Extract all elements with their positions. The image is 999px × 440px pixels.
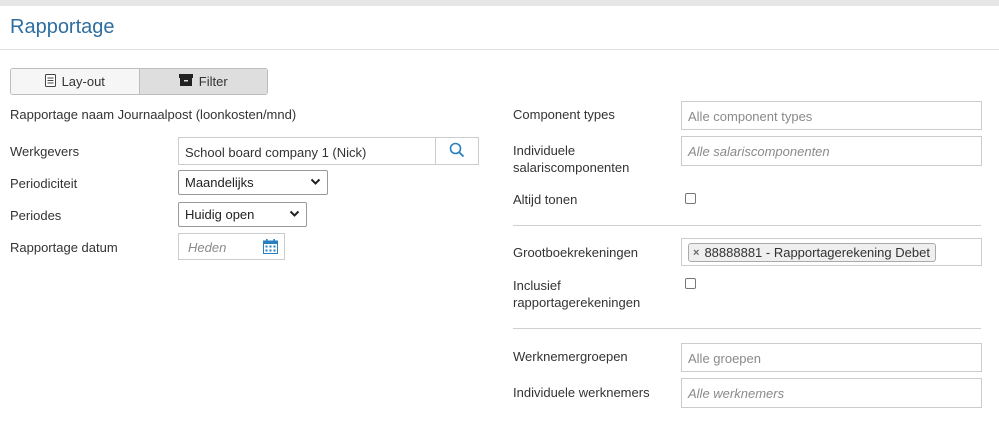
individuele-werknemers-label: Individuele werknemers <box>513 385 650 400</box>
werknemergroepen-field[interactable]: Alle groepen <box>681 343 982 372</box>
archive-box-icon <box>178 74 193 89</box>
werkgevers-value: School board company 1 (Nick) <box>185 145 367 160</box>
inclusief-label-2: rapportagerekeningen <box>513 295 641 310</box>
inclusief-checkbox[interactable] <box>685 278 696 289</box>
selected-tag-label: 88888881 - Rapportagerekening Debet <box>704 245 930 260</box>
werkgevers-field[interactable]: School board company 1 (Nick) <box>178 137 479 165</box>
report-name: Rapportage naam Journaalpost (loonkosten… <box>10 107 297 122</box>
page-header: Rapportage <box>0 6 999 50</box>
salariscomponenten-placeholder: Alle salariscomponenten <box>688 144 830 159</box>
werknemergroepen-placeholder: Alle groepen <box>688 351 761 366</box>
selected-tag: × 88888881 - Rapportagerekening Debet <box>688 243 936 262</box>
component-types-placeholder: Alle component types <box>688 109 813 124</box>
werkgevers-label: Werkgevers <box>10 144 80 159</box>
werknemergroepen-label: Werknemergroepen <box>513 349 628 364</box>
tab-filter-label: Filter <box>198 74 228 89</box>
document-icon <box>44 73 56 90</box>
tab-filter[interactable]: Filter <box>138 69 267 94</box>
component-types-label: Component types <box>513 107 615 122</box>
rapportage-datum-field[interactable]: Heden <box>178 233 285 260</box>
section-divider <box>513 225 981 226</box>
calendar-icon[interactable] <box>263 239 278 257</box>
section-divider <box>513 328 981 329</box>
search-icon <box>449 142 465 161</box>
periodes-select[interactable]: Huidig open <box>178 202 307 227</box>
periodiciteit-select[interactable]: Maandelijks <box>178 170 328 195</box>
remove-tag-icon[interactable]: × <box>693 247 699 259</box>
periodiciteit-label: Periodiciteit <box>10 176 78 191</box>
altijd-tonen-label: Altijd tonen <box>513 192 578 207</box>
individuele-werknemers-placeholder: Alle werknemers <box>688 386 785 401</box>
component-types-field[interactable]: Alle component types <box>681 101 982 130</box>
periodiciteit-value: Maandelijks <box>185 175 254 190</box>
periodes-value: Huidig open <box>185 207 255 222</box>
individuele-werknemers-field[interactable]: Alle werknemers <box>681 378 982 408</box>
rapportage-datum-label: Rapportage datum <box>10 240 118 255</box>
chevron-down-icon <box>289 206 300 225</box>
altijd-tonen-checkbox[interactable] <box>685 193 696 204</box>
rapportage-datum-placeholder: Heden <box>188 240 227 255</box>
salariscomponenten-field[interactable]: Alle salariscomponenten <box>681 136 982 166</box>
view-tabs: Lay-out Filter <box>10 68 268 95</box>
salariscomponenten-label-2: salariscomponenten <box>513 160 630 175</box>
grootboekrekeningen-label: Grootboekrekeningen <box>513 245 639 260</box>
werkgevers-search-button[interactable] <box>435 138 478 164</box>
page-title: Rapportage <box>10 16 115 38</box>
periodes-label: Periodes <box>10 208 62 223</box>
inclusief-label-1: Inclusief <box>513 278 561 293</box>
tab-layout-label: Lay-out <box>61 74 105 89</box>
salariscomponenten-label-1: Individuele <box>513 143 576 158</box>
tab-layout[interactable]: Lay-out <box>11 69 139 94</box>
chevron-down-icon <box>310 174 321 193</box>
grootboekrekeningen-field[interactable]: × 88888881 - Rapportagerekening Debet <box>681 238 982 266</box>
